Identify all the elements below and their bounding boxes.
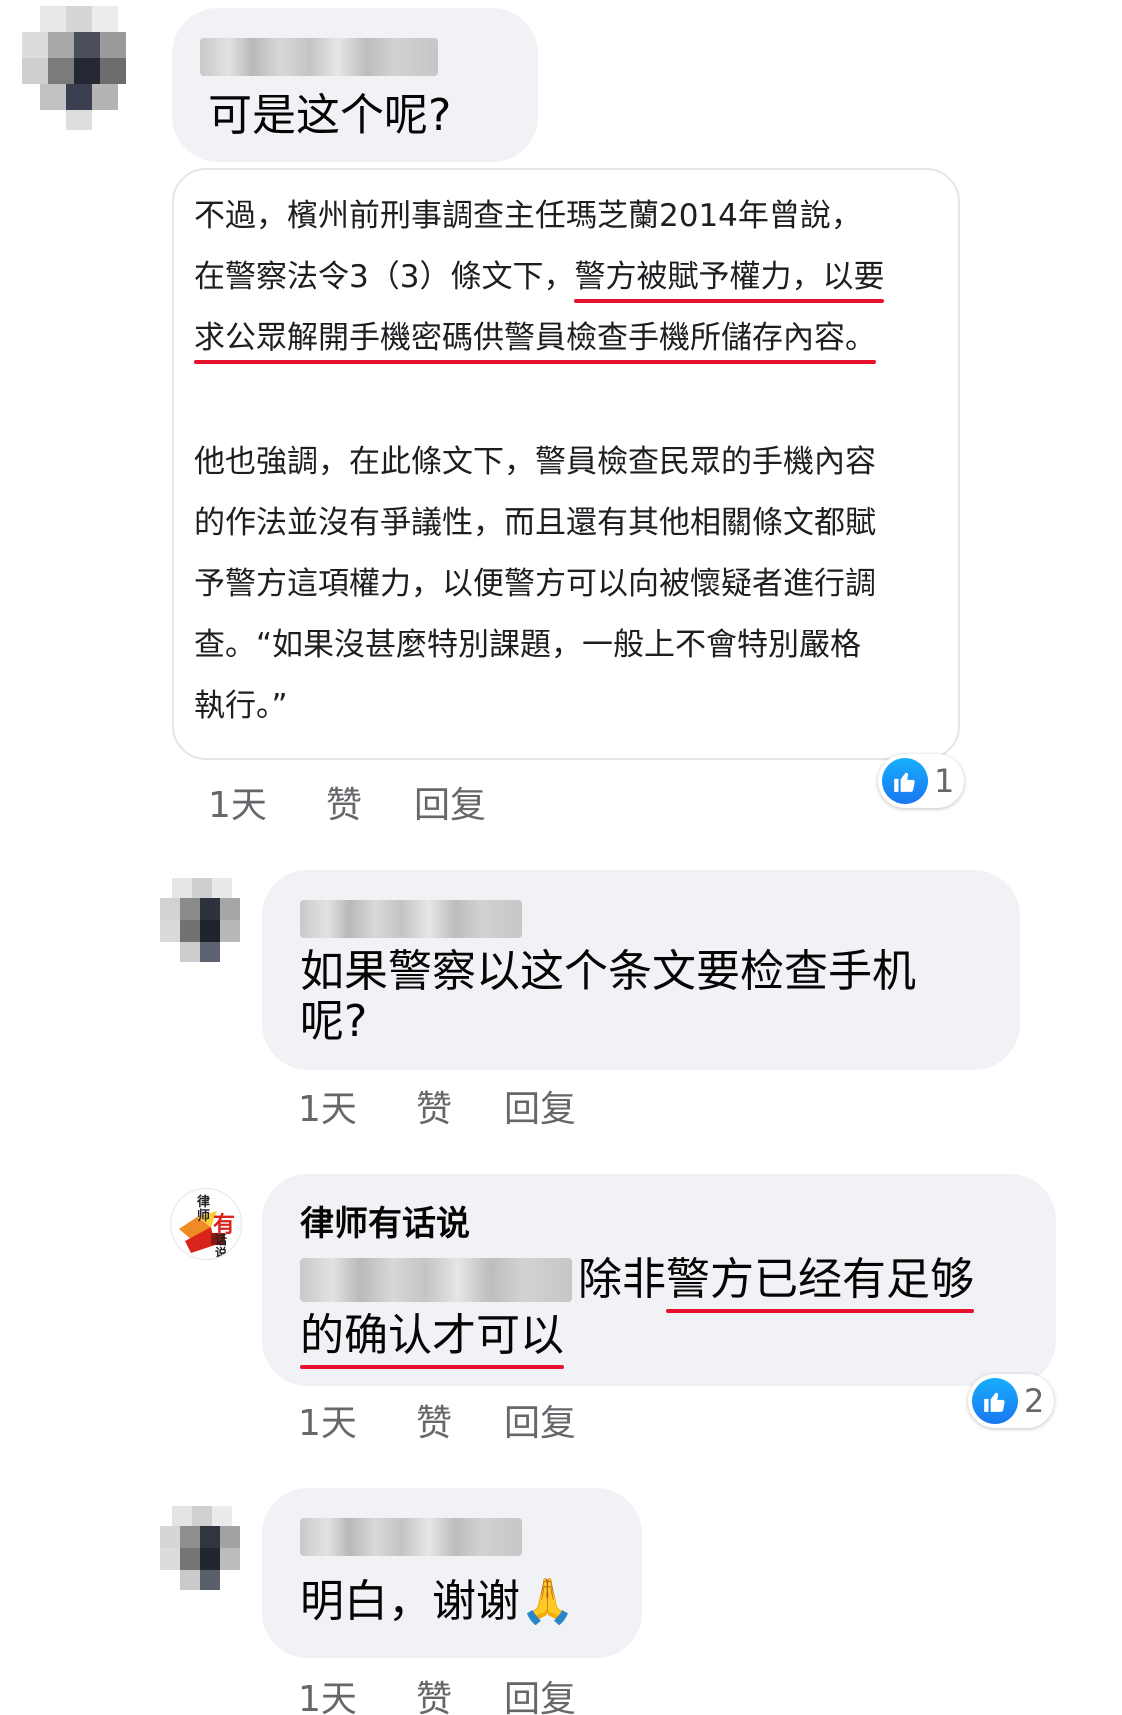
comment-text: 的确认才可以 xyxy=(300,1308,564,1364)
reply-button[interactable]: 回复 xyxy=(504,1670,576,1715)
quote-line: 他也強調，在此條文下，警員檢查民眾的手機內容 xyxy=(194,444,876,480)
comment-bubble: 可是这个呢? xyxy=(172,8,538,162)
comment-bubble: 明白，谢谢🙏 xyxy=(262,1488,642,1658)
avatar[interactable] xyxy=(22,6,142,130)
lawyer-page-logo[interactable]: 律 师 有 话 说 xyxy=(170,1188,242,1260)
highlighted-text: 警方已经有足够 xyxy=(666,1254,974,1305)
thumbs-up-icon xyxy=(972,1378,1018,1424)
quote-line: 在警察法令3（3）條文下，警方被賦予權力，以要 xyxy=(194,259,885,295)
comment-bubble: 如果警察以这个条文要检查手机 呢? xyxy=(262,870,1020,1070)
like-button[interactable]: 赞 xyxy=(416,1670,452,1715)
highlighted-text: 求公眾解開手機密碼供警員檢查手機所儲存內容。 xyxy=(194,320,876,356)
quote-line: 求公眾解開手機密碼供警員檢查手機所儲存內容。 xyxy=(194,318,876,358)
comment-text: 如果警察以这个条文要检查手机 xyxy=(300,946,916,997)
reply-button[interactable]: 回复 xyxy=(504,1080,576,1132)
praying-hands-emoji: 🙏 xyxy=(520,1576,575,1627)
author-name-blurred[interactable] xyxy=(300,1518,522,1556)
timestamp[interactable]: 1天 xyxy=(208,776,267,828)
mentioned-user-blurred[interactable] xyxy=(300,1258,572,1302)
author-name-blurred[interactable] xyxy=(300,900,522,938)
quoted-article-excerpt: 不過，檳州前刑事調查主任瑪芝蘭2014年曾說， 在警察法令3（3）條文下，警方被… xyxy=(172,168,960,760)
comment-text: 可是这个呢? xyxy=(208,90,452,141)
reaction-badge[interactable]: 1 xyxy=(878,754,965,808)
comment-text: 除非警方已经有足够 xyxy=(578,1254,974,1305)
quote-line: 的作法並沒有爭議性，而且還有其他相關條文都賦 xyxy=(194,505,876,541)
avatar[interactable] xyxy=(160,1506,242,1590)
reaction-count: 1 xyxy=(934,762,955,800)
comment-text: 呢? xyxy=(300,996,368,1047)
reply-button[interactable]: 回复 xyxy=(504,1394,576,1446)
reaction-count: 2 xyxy=(1024,1382,1045,1420)
avatar[interactable] xyxy=(160,878,242,962)
quote-line: 查。“如果沒甚麼特別課題，一般上不會特別嚴格 xyxy=(194,627,862,663)
comment-text: 明白，谢谢🙏 xyxy=(300,1576,575,1627)
like-button[interactable]: 赞 xyxy=(416,1080,452,1132)
author-name[interactable]: 律师有话说 xyxy=(300,1196,470,1245)
quote-line: 執行。” xyxy=(194,688,288,724)
thumbs-up-icon xyxy=(882,758,928,804)
timestamp[interactable]: 1天 xyxy=(298,1080,357,1132)
reaction-badge[interactable]: 2 xyxy=(968,1374,1055,1428)
highlighted-text: 的确认才可以 xyxy=(300,1310,564,1361)
timestamp[interactable]: 1天 xyxy=(298,1670,357,1715)
timestamp[interactable]: 1天 xyxy=(298,1394,357,1446)
logo-char: 师 xyxy=(197,1209,211,1224)
quote-line: 予警方這項權力，以便警方可以向被懷疑者進行調 xyxy=(194,566,876,602)
quote-line: 不過，檳州前刑事調查主任瑪芝蘭2014年曾說， xyxy=(194,198,862,234)
reply-button[interactable]: 回复 xyxy=(414,776,486,828)
like-button[interactable]: 赞 xyxy=(416,1394,452,1446)
highlighted-text: 警方被賦予權力，以要 xyxy=(574,259,885,295)
author-name-blurred[interactable] xyxy=(200,38,438,76)
logo-char: 说 xyxy=(215,1246,228,1260)
comment-bubble: 律师有话说 除非警方已经有足够 的确认才可以 xyxy=(262,1174,1056,1386)
like-button[interactable]: 赞 xyxy=(326,776,362,828)
